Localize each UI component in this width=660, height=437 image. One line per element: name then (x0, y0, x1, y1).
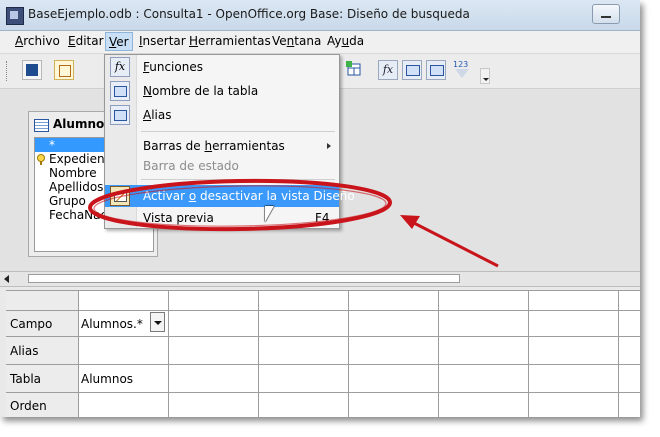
minimize-button[interactable] (592, 4, 620, 24)
menu-item-barra-estado: Barra de estado (143, 159, 239, 173)
menu-insertar[interactable]: Insertar (139, 34, 186, 48)
horizontal-scrollbar[interactable] (0, 271, 640, 287)
table-icon (34, 119, 49, 132)
save-icon[interactable] (22, 60, 42, 80)
menu-ventana[interactable]: Ventana (272, 34, 321, 48)
shortcut-f4: F4 (315, 211, 330, 225)
filter-badge: 123 (453, 60, 469, 69)
row-label-alias: Alias (10, 344, 39, 358)
window-title: BaseEjemplo.odb : Consulta1 - OpenOffice… (28, 7, 470, 21)
functions-icon: fx (110, 57, 130, 77)
add-table-icon[interactable] (344, 60, 364, 80)
alias-icon (110, 105, 130, 125)
table-name-icon (110, 81, 130, 101)
campo-dropdown-chevron-down-icon[interactable] (150, 312, 165, 332)
menu-bar: Archivo Editar Ver Insertar Herramientas… (0, 31, 640, 54)
menu-item-vista-previa[interactable]: Vista previa F4 (105, 207, 339, 229)
menu-item-nombre-tabla[interactable]: Nombre de la tabla (105, 80, 339, 102)
row-label-tabla: Tabla (10, 372, 42, 386)
table-name-toolbar-icon[interactable] (402, 60, 422, 80)
menu-herramientas[interactable]: Herramientas (189, 34, 271, 48)
menu-archivo[interactable]: Archivo (15, 34, 60, 48)
view-menu-dropdown: fx Funciones Nombre de la tabla Alias Ba… (104, 54, 355, 229)
mouse-cursor-icon (265, 206, 274, 222)
primary-key-icon (37, 154, 45, 165)
scroll-thumb[interactable] (28, 274, 460, 283)
edit-icon[interactable] (54, 60, 74, 80)
menu-ver[interactable]: Ver (105, 32, 133, 51)
design-view-icon (110, 186, 130, 206)
functions-toolbar-icon[interactable]: fx (378, 60, 398, 80)
toolbar-grip[interactable] (6, 61, 10, 81)
filter-icon[interactable]: 123 (452, 60, 472, 82)
menu-editar[interactable]: Editar (68, 34, 104, 48)
screenshot-window: BaseEjemplo.odb : Consulta1 - OpenOffice… (0, 0, 640, 417)
campo-cell[interactable]: Alumnos.* (81, 317, 143, 331)
tabla-cell[interactable]: Alumnos (81, 372, 133, 386)
submenu-arrow-icon (327, 143, 331, 149)
menu-item-alias[interactable]: Alias (105, 104, 339, 126)
row-label-orden: Orden (10, 399, 47, 413)
menu-item-funciones[interactable]: fx Funciones (105, 56, 339, 78)
design-grid: Campo Alias Tabla Orden Alumnos.* Alumno… (6, 290, 640, 417)
scroll-left-arrow-icon[interactable] (4, 275, 9, 283)
menu-ayuda[interactable]: Ayuda (327, 34, 364, 48)
app-icon (6, 7, 24, 25)
table-window-title: Alumnos (53, 117, 112, 131)
menu-item-barras-herramientas[interactable]: Barras de herramientas (105, 135, 339, 157)
toolbar-overflow-chevron-icon[interactable] (480, 68, 490, 84)
alias-toolbar-icon[interactable] (426, 60, 446, 80)
title-bar: BaseEjemplo.odb : Consulta1 - OpenOffice… (0, 0, 640, 31)
menu-item-activar-vista-diseno[interactable]: Activar o desactivar la vista Diseño (105, 185, 355, 207)
row-label-campo: Campo (10, 317, 53, 331)
